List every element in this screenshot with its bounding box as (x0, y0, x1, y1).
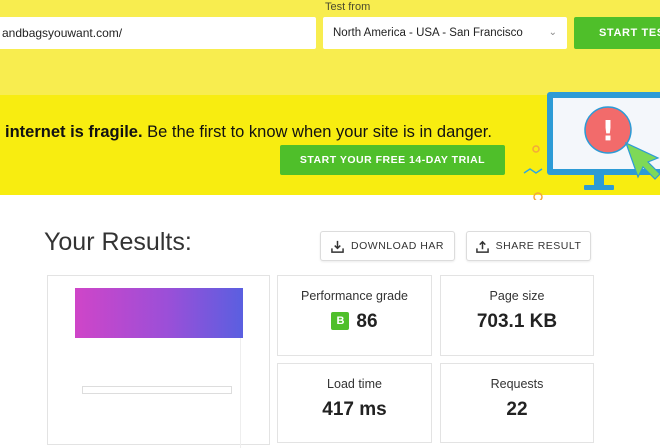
share-result-label: SHARE RESULT (495, 240, 582, 252)
requests-value: 22 (506, 399, 528, 420)
grade-badge: B (331, 312, 350, 330)
test-toolbar: Test from North America - USA - San Fran… (0, 0, 660, 95)
results-title: Your Results: (44, 228, 192, 256)
load-time-label: Load time (327, 377, 382, 391)
chevron-down-icon: ⌄ (548, 27, 557, 38)
page-size-label: Page size (489, 289, 545, 303)
performance-grade-card: Performance grade B 86 (277, 275, 432, 356)
url-input[interactable] (0, 17, 316, 49)
banner-text-rest: Be the first to know when your site is i… (142, 123, 492, 141)
banner-text-bold: internet is fragile. (5, 123, 143, 141)
share-icon (475, 240, 489, 253)
location-select[interactable]: North America - USA - San Francisco ⌄ (323, 17, 567, 49)
page-size-value: 703.1 KB (476, 311, 558, 332)
alert-exclamation: ! (602, 114, 615, 147)
download-icon (331, 240, 344, 253)
preview-page-body (75, 338, 241, 448)
banner-text: internet is fragile. Be the first to kno… (5, 123, 492, 142)
page-screenshot-preview (47, 275, 270, 448)
download-har-label: DOWNLOAD HAR (351, 240, 444, 252)
share-result-button[interactable]: SHARE RESULT (466, 231, 591, 261)
load-time-value: 417 ms (322, 399, 387, 420)
preview-search-box (82, 386, 232, 394)
download-har-button[interactable]: DOWNLOAD HAR (320, 231, 455, 261)
performance-grade-value: 86 (356, 311, 378, 332)
location-value: North America - USA - San Francisco (333, 27, 523, 39)
monitor-alert-icon: ! (523, 92, 660, 200)
performance-grade-value-row: B 86 (278, 311, 431, 333)
start-test-button[interactable]: START TEST (574, 17, 660, 49)
requests-label: Requests (490, 377, 544, 391)
preview-hero-image (75, 288, 243, 338)
monitoring-banner: internet is fragile. Be the first to kno… (0, 92, 660, 200)
performance-grade-label: Performance grade (300, 289, 408, 303)
load-time-card: Load time 417 ms (277, 363, 432, 443)
page-size-card: Page size 703.1 KB (440, 275, 594, 356)
free-trial-button[interactable]: START YOUR FREE 14-DAY TRIAL (280, 145, 505, 175)
test-from-label: Test from (325, 1, 371, 13)
requests-card: Requests 22 (440, 363, 594, 443)
